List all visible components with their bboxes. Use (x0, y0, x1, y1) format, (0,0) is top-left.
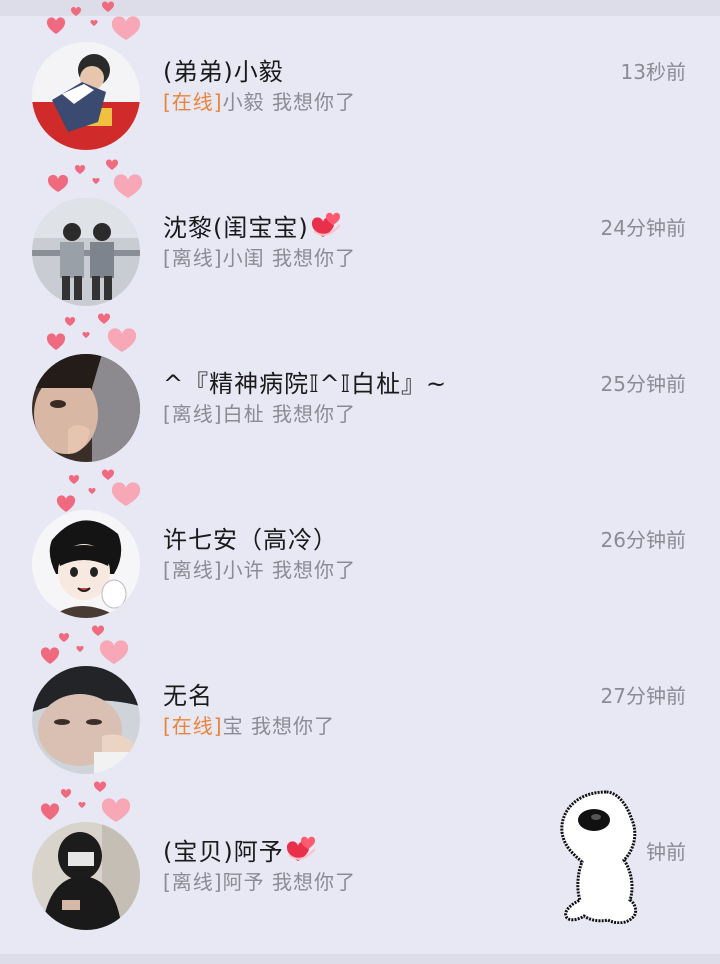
last-message: 小许 我想你了 (222, 558, 356, 582)
timestamp: 13秒前 (620, 60, 686, 84)
status-badge: [离线] (163, 246, 223, 270)
chat-list-item[interactable]: 无名 [在线]宝 我想你了 27分钟前 (0, 625, 720, 796)
contact-name: (弟弟)小毅 (163, 58, 284, 86)
status-badge: [离线] (163, 402, 223, 426)
timestamp: 26分钟前 (600, 528, 686, 552)
chat-list-item[interactable]: (弟弟)小毅 [在线]小毅 我想你了 13秒前 (0, 1, 720, 172)
contact-name: 许七安（高冷） (163, 526, 338, 554)
avatar[interactable] (32, 822, 140, 930)
bottom-strip (0, 954, 720, 964)
last-message: 白杫 我想你了 (222, 402, 356, 426)
heart-sticker-icon (311, 212, 341, 237)
avatar[interactable] (32, 666, 140, 774)
ghost-sticker-icon (556, 788, 660, 925)
contact-name: 无名 (163, 682, 213, 710)
last-message: 阿予 我想你了 (222, 870, 356, 894)
avatar[interactable] (32, 354, 140, 462)
timestamp: 25分钟前 (600, 372, 686, 396)
timestamp: 27分钟前 (600, 684, 686, 708)
contact-name: (宝贝)阿予 (163, 838, 284, 866)
avatar[interactable] (32, 42, 140, 150)
chat-list-item[interactable]: 许七安（高冷） [离线]小许 我想你了 26分钟前 (0, 469, 720, 640)
avatar[interactable] (32, 198, 140, 306)
heart-sticker-icon (286, 836, 316, 861)
status-badge: [离线] (163, 870, 223, 894)
chat-list-item[interactable]: ^『精神病院𝕀^𝕀白杫』~ [离线]白杫 我想你了 25分钟前 (0, 313, 720, 484)
last-message: 宝 我想你了 (222, 714, 335, 738)
last-message: 小毅 我想你了 (222, 90, 356, 114)
avatar[interactable] (32, 510, 140, 618)
contact-name: 沈黎(闺宝宝) (163, 214, 309, 242)
status-badge: [离线] (163, 558, 223, 582)
timestamp: 24分钟前 (600, 216, 686, 240)
last-message: 小闺 我想你了 (222, 246, 356, 270)
chat-list-item[interactable]: 沈黎(闺宝宝) [离线]小闺 我想你了 24分钟前 (0, 159, 720, 328)
contact-name: ^『精神病院𝕀^𝕀白杫』~ (163, 370, 448, 398)
status-badge: [在线] (163, 714, 223, 738)
status-badge: [在线] (163, 90, 223, 114)
